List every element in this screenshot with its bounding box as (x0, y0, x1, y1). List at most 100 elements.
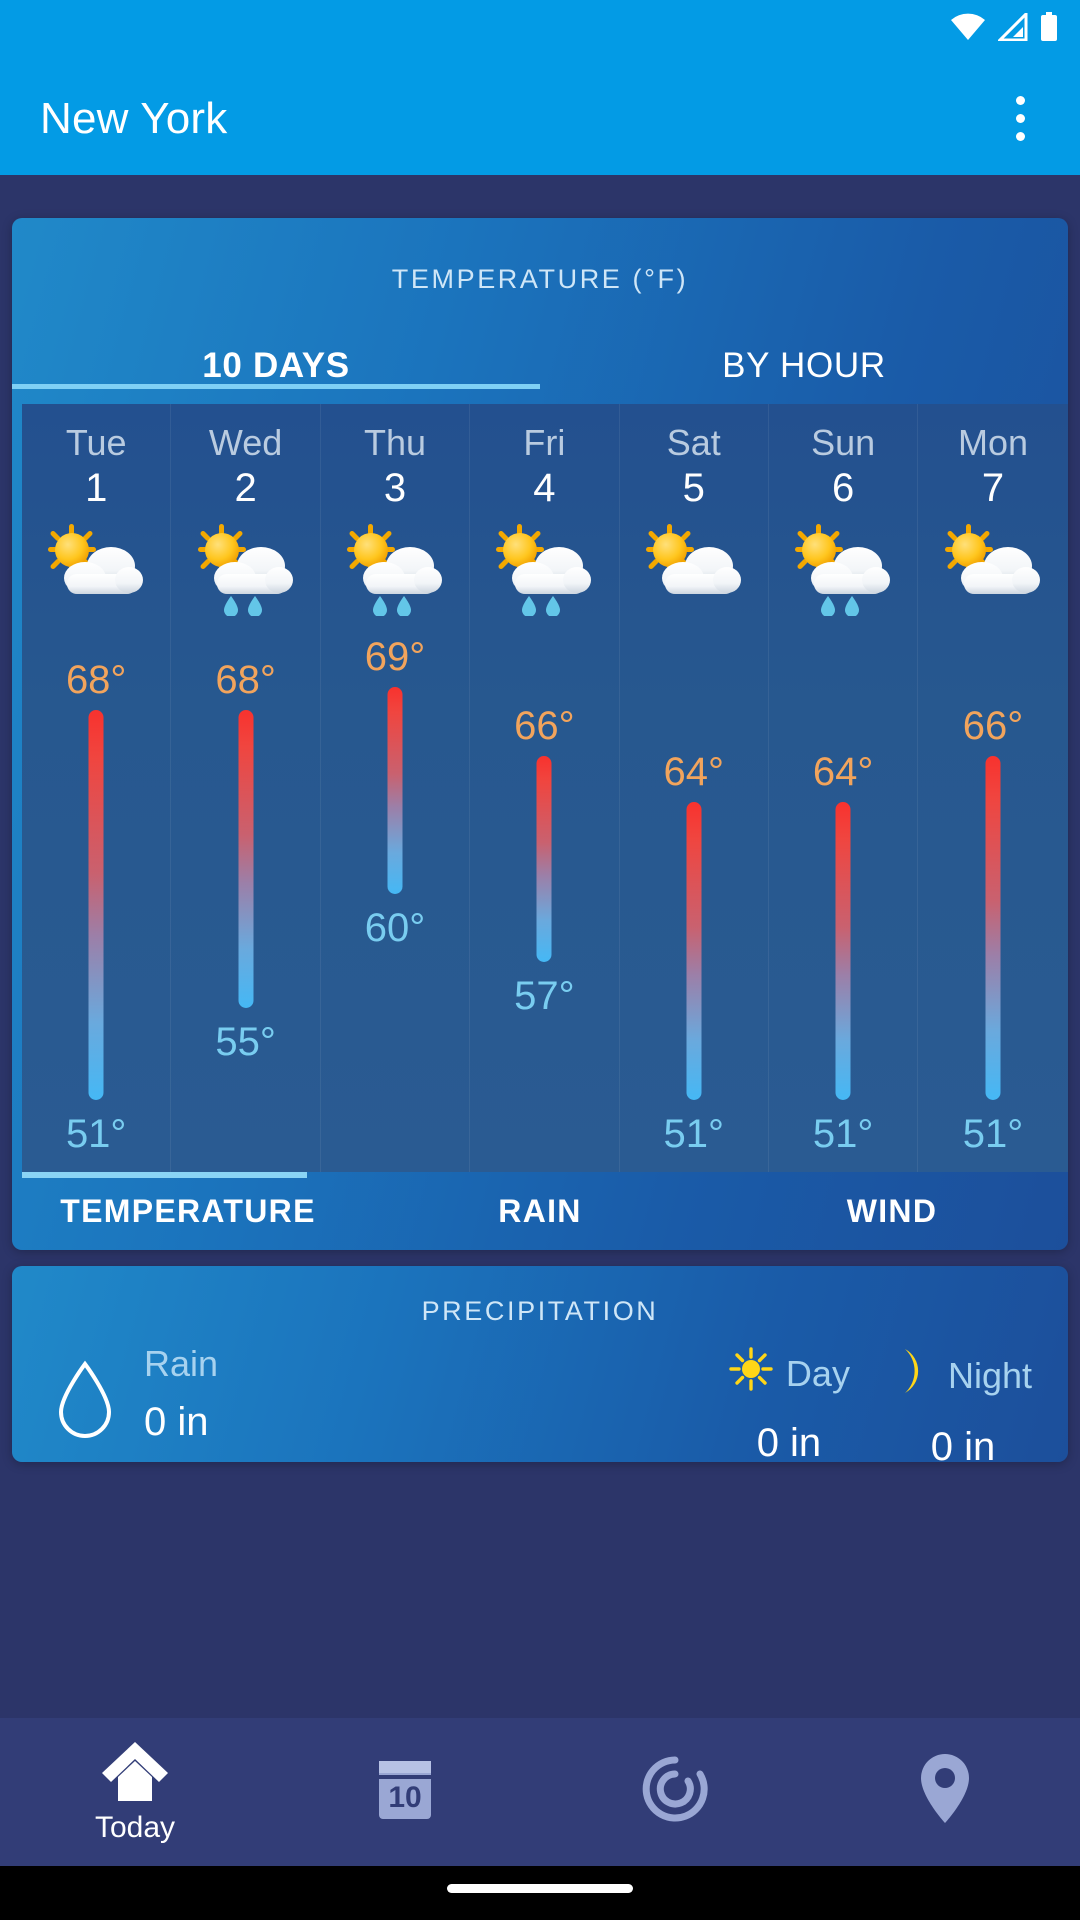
precipitation-day-head: Day (728, 1346, 850, 1401)
forecast-day-column[interactable]: Wed 2 68° 55° (171, 404, 321, 1172)
precipitation-card-title: PRECIPITATION (421, 1296, 659, 1326)
forecast-temperature-bar (686, 801, 702, 1100)
forecast-chart[interactable]: Tue 1 68° 51° Wed 2 68° 55° Thu 3 69° 60… (22, 404, 1068, 1172)
partly-sunny-icon (22, 520, 170, 616)
precipitation-night-head: Night (894, 1346, 1032, 1405)
forecast-day-name: Tue (65, 422, 127, 463)
partly-sunny-icon (918, 520, 1067, 616)
forecast-low-temp: 51° (65, 1112, 127, 1156)
page-title: New York (40, 93, 228, 143)
overflow-dot (1015, 96, 1025, 105)
forecast-day-name: Sat (666, 422, 721, 463)
forecast-day-name: Thu (363, 422, 426, 463)
temperature-card: TEMPERATURE (°F) 10 DAYS BY HOUR Tue 1 6… (12, 218, 1068, 1250)
forecast-day-name: Wed (208, 422, 283, 463)
battery-icon (1040, 12, 1058, 42)
water-drop-icon (54, 1360, 116, 1443)
forecast-temperature-bar-wrap: 64° 51° (769, 629, 917, 1172)
precipitation-rain-text: Rain 0 in (144, 1343, 219, 1444)
forecast-day-date: 4 (533, 466, 556, 510)
forecast-low-temp: 55° (215, 1020, 276, 1065)
forecast-high-temp: 64° (812, 749, 874, 794)
forecast-high-temp: 66° (962, 703, 1024, 748)
forecast-day-date: 7 (981, 466, 1005, 510)
forecast-low-temp: 51° (962, 1112, 1024, 1156)
tab-10-days-label: 10 DAYS (202, 346, 350, 385)
forecast-day-column[interactable]: Mon 7 66° 51° (918, 404, 1067, 1172)
forecast-day-column[interactable]: Fri 4 66° 57° (470, 404, 620, 1172)
nav-item-forecast[interactable]: 10 (270, 1718, 540, 1866)
nav-item-today[interactable]: Today (0, 1718, 270, 1866)
temperature-card-title: TEMPERATURE (°F) (391, 264, 689, 294)
svg-text:10: 10 (388, 1781, 421, 1814)
gesture-navigation-bar (0, 1866, 1080, 1920)
night-value: 0 in (930, 1425, 996, 1462)
status-bar-icons (950, 12, 1058, 42)
overflow-dot (1015, 132, 1025, 141)
partly-sunny-rain-icon (470, 520, 618, 616)
app-bar: New York (0, 62, 1080, 175)
forecast-day-name: Sun (811, 422, 876, 463)
status-bar (0, 0, 1080, 62)
forecast-temperature-bar (238, 709, 254, 1009)
forecast-temperature-bar (536, 755, 552, 963)
tab-wind-label: WIND (846, 1192, 938, 1229)
forecast-day-column[interactable]: Sun 6 64° 51° (769, 404, 919, 1172)
partly-sunny-rain-icon (171, 520, 319, 616)
radar-icon (640, 1754, 710, 1824)
forecast-high-temp: 66° (514, 703, 575, 748)
night-label: Night (947, 1354, 1032, 1396)
tab-by-hour-label: BY HOUR (722, 346, 886, 385)
rain-label: Rain (144, 1343, 219, 1384)
nav-item-radar[interactable] (540, 1718, 810, 1866)
precipitation-day-item: Day 0 in (728, 1346, 850, 1462)
forecast-temperature-bar (985, 755, 1001, 1100)
tab-temperature-label: TEMPERATURE (60, 1192, 316, 1229)
forecast-low-temp: 57° (514, 974, 575, 1019)
tab-wind[interactable]: WIND (716, 1172, 1068, 1250)
precipitation-night-item: Night 0 in (894, 1346, 1032, 1462)
forecast-day-column[interactable]: Tue 1 68° 51° (22, 404, 172, 1172)
nav-item-locations[interactable] (810, 1718, 1080, 1866)
forecast-high-temp: 68° (65, 657, 127, 702)
forecast-temperature-bar-wrap: 68° 51° (22, 629, 170, 1172)
calendar-10-icon: 10 (374, 1755, 436, 1823)
nav-item-today-label: Today (94, 1811, 176, 1844)
home-icon (98, 1739, 172, 1805)
bottom-navigation: Today 10 (0, 1718, 1080, 1866)
wifi-icon (950, 13, 986, 41)
forecast-low-temp: 51° (663, 1112, 725, 1156)
partly-sunny-rain-icon (321, 520, 469, 616)
moon-icon (894, 1346, 936, 1405)
overflow-dot (1015, 114, 1025, 123)
app-root: New York TEMPERATURE (°F) 10 DAYS BY HOU… (0, 0, 1080, 1920)
rain-value: 0 in (144, 1400, 209, 1444)
forecast-high-temp: 68° (215, 657, 276, 702)
partly-sunny-rain-icon (769, 520, 917, 616)
forecast-day-date: 5 (682, 466, 705, 510)
forecast-day-column[interactable]: Thu 3 69° 60° (321, 404, 471, 1172)
tab-temperature[interactable]: TEMPERATURE (12, 1172, 364, 1250)
forecast-day-name: Mon (958, 422, 1029, 463)
gesture-handle (447, 1884, 633, 1893)
cell-signal-icon (998, 13, 1028, 41)
forecast-day-name: Fri (523, 422, 566, 463)
tab-rain-label: RAIN (498, 1192, 582, 1229)
tab-rain[interactable]: RAIN (364, 1172, 716, 1250)
forecast-day-date: 3 (383, 466, 407, 510)
overflow-menu-button[interactable] (990, 84, 1050, 154)
forecast-temperature-bar-wrap: 69° 60° (321, 629, 469, 1172)
precipitation-rain-group: Rain 0 in (54, 1346, 218, 1443)
forecast-high-temp: 69° (364, 635, 426, 679)
precipitation-day-night-group: Day 0 in Night 0 in (728, 1346, 1032, 1462)
forecast-temperature-bar-wrap: 64° 51° (620, 629, 768, 1172)
forecast-day-column[interactable]: Sat 5 64° 51° (620, 404, 769, 1172)
forecast-temperature-bar-wrap: 68° 55° (171, 629, 319, 1172)
forecast-high-temp: 64° (663, 749, 725, 794)
forecast-temperature-bar-wrap: 66° 57° (470, 629, 618, 1172)
day-label: Day (785, 1352, 850, 1394)
forecast-day-date: 1 (85, 466, 108, 510)
range-tab-active-indicator (12, 384, 540, 389)
forecast-temperature-bar-wrap: 66° 51° (918, 629, 1067, 1172)
sun-icon (728, 1346, 774, 1401)
